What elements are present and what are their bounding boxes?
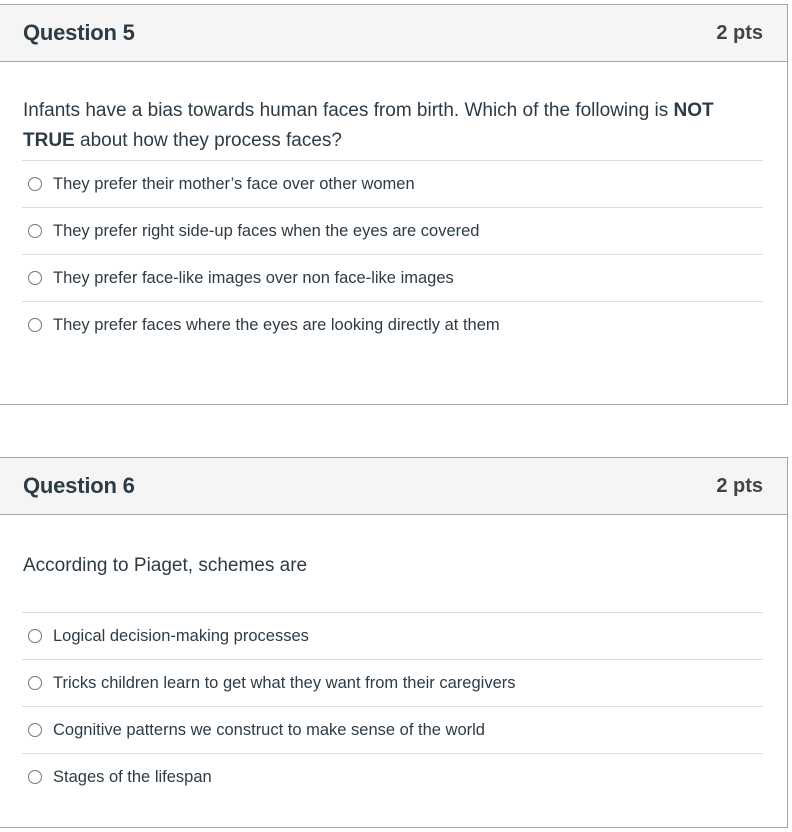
answer-option[interactable]: Cognitive patterns we construct to make … xyxy=(22,706,763,753)
radio-button[interactable] xyxy=(28,770,42,784)
answer-label[interactable]: Cognitive patterns we construct to make … xyxy=(53,721,485,740)
answer-label[interactable]: Tricks children learn to get what they w… xyxy=(53,674,516,693)
answer-label[interactable]: They prefer their mother’s face over oth… xyxy=(53,175,415,194)
question-text: According to Piaget, schemes are xyxy=(0,515,787,612)
answer-label[interactable]: Logical decision-making processes xyxy=(53,627,309,646)
radio-button[interactable] xyxy=(28,629,42,643)
answer-label[interactable]: They prefer right side-up faces when the… xyxy=(53,222,479,241)
answer-option[interactable]: Tricks children learn to get what they w… xyxy=(22,659,763,706)
radio-button[interactable] xyxy=(28,177,42,191)
question-title: Question 5 xyxy=(23,20,135,45)
question-text: Infants have a bias towards human faces … xyxy=(0,62,787,156)
radio-button[interactable] xyxy=(28,676,42,690)
radio-button[interactable] xyxy=(28,318,42,332)
question-points: 2 pts xyxy=(716,21,763,44)
question-points: 2 pts xyxy=(716,474,763,497)
radio-button[interactable] xyxy=(28,271,42,285)
answer-option[interactable]: They prefer face-like images over non fa… xyxy=(22,254,763,301)
answer-option[interactable]: Stages of the lifespan xyxy=(22,753,763,800)
question-text-part: According to Piaget, schemes are xyxy=(23,555,308,576)
radio-button[interactable] xyxy=(28,224,42,238)
answer-list: Logical decision-making processes Tricks… xyxy=(22,612,763,800)
question-6-card: Question 6 2 pts According to Piaget, sc… xyxy=(0,457,788,828)
answer-label[interactable]: Stages of the lifespan xyxy=(53,768,212,787)
answer-list: They prefer their mother’s face over oth… xyxy=(22,160,763,348)
question-text-part: about how they process faces? xyxy=(74,130,342,151)
question-header: Question 5 2 pts xyxy=(0,5,787,62)
radio-button[interactable] xyxy=(28,723,42,737)
answer-label[interactable]: They prefer faces where the eyes are loo… xyxy=(53,316,500,335)
answer-option[interactable]: They prefer faces where the eyes are loo… xyxy=(22,301,763,348)
question-header: Question 6 2 pts xyxy=(0,458,787,515)
answer-option[interactable]: Logical decision-making processes xyxy=(22,612,763,659)
question-text-part: Infants have a bias towards human faces … xyxy=(23,100,674,121)
question-5-card: Question 5 2 pts Infants have a bias tow… xyxy=(0,4,788,405)
answer-option[interactable]: They prefer right side-up faces when the… xyxy=(22,207,763,254)
answer-label[interactable]: They prefer face-like images over non fa… xyxy=(53,269,454,288)
answer-option[interactable]: They prefer their mother’s face over oth… xyxy=(22,160,763,207)
question-title: Question 6 xyxy=(23,473,135,498)
